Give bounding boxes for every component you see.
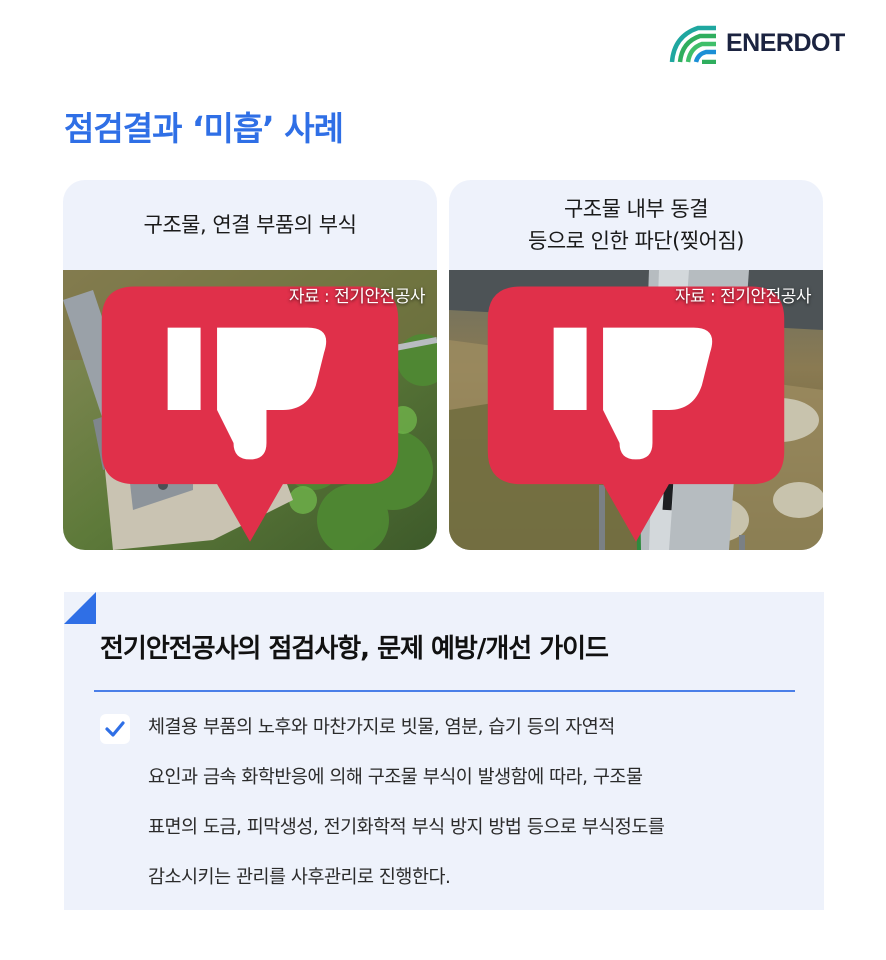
card-title: 구조물, 연결 부품의 부식 bbox=[143, 213, 357, 237]
brand-name: ENERDOT bbox=[726, 28, 845, 57]
corner-triangle-icon bbox=[64, 592, 96, 624]
guide-line: 감소시키는 관리를 사후관리로 진행한다. bbox=[148, 867, 451, 888]
guide-text: 체결용 부품의 노후와 마찬가지로 빗물, 염분, 습기 등의 자연적 요인과 … bbox=[148, 710, 798, 910]
thumbs-down-icon bbox=[101, 286, 399, 542]
thumbs-down-icon bbox=[487, 286, 785, 542]
split-steel-post-photo: 자료 : 전기안전공사 bbox=[449, 270, 823, 550]
card-header: 구조물 내부 동결 등으로 인한 파단(찢어짐) bbox=[449, 180, 823, 270]
enerdot-wave-logo-icon bbox=[669, 25, 716, 64]
guide-title: 전기안전공사의 점검사항, 문제 예방/개선 가이드 bbox=[100, 634, 609, 664]
check-icon bbox=[100, 714, 130, 744]
guide-line: 체결용 부품의 노후와 마찬가지로 빗물, 염분, 습기 등의 자연적 bbox=[148, 717, 615, 738]
photo-source: 자료 : 전기안전공사 bbox=[674, 287, 812, 307]
case-card-rupture: 구조물 내부 동결 등으로 인한 파단(찢어짐) 자료: 전기안전공사 bbox=[449, 180, 823, 550]
photo-source: 자료 : 전기안전공사 bbox=[288, 287, 426, 307]
brand-logo[interactable]: ENERDOT bbox=[668, 22, 845, 64]
case-card-corrosion: 구조물, 연결 부품의 부식 자료: 전기안전공사 bbox=[63, 180, 437, 550]
page-title: 점검결과 ‘미흡’ 사례 bbox=[64, 109, 344, 148]
corroded-turnbuckle-photo: 자료 : 전기안전공사 bbox=[63, 270, 437, 550]
guide-panel: 전기안전공사의 점검사항, 문제 예방/개선 가이드 체결용 부품의 노후와 마… bbox=[64, 592, 824, 910]
card-header: 구조물, 연결 부품의 부식 bbox=[63, 180, 437, 270]
card-title: 구조물 내부 동결 등으로 인한 파단(찢어짐) bbox=[528, 197, 744, 253]
guide-line: 표면의 도금, 피막생성, 전기화학적 부식 방지 방법 등으로 부식정도를 bbox=[148, 817, 665, 838]
guide-line: 요인과 금속 화학반응에 의해 구조물 부식이 발생함에 따라, 구조물 bbox=[148, 767, 643, 788]
divider bbox=[94, 690, 795, 692]
